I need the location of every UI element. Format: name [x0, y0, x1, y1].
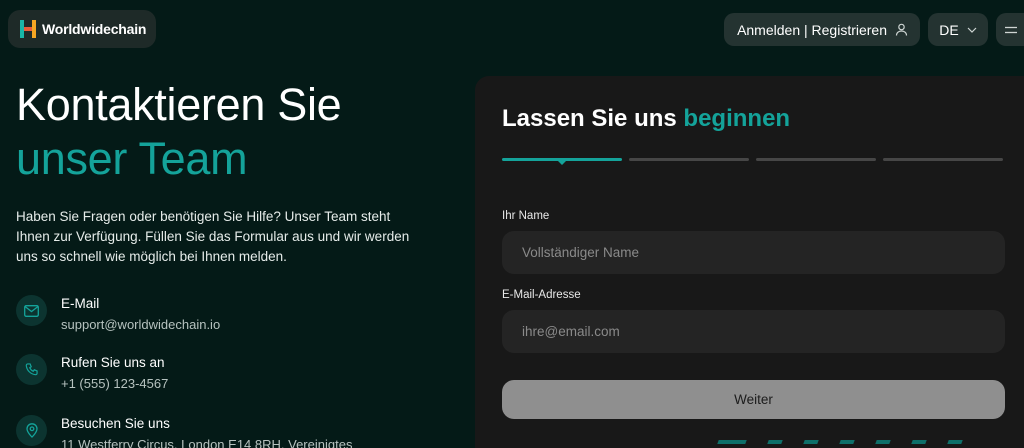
step-2-indicator: [629, 158, 749, 161]
user-icon: [895, 23, 908, 36]
contact-phone-label: Rufen Sie uns an: [61, 355, 165, 370]
page-description: Haben Sie Fragen oder benötigen Sie Hilf…: [16, 209, 410, 264]
login-register-button[interactable]: Anmelden | Registrieren: [724, 13, 920, 46]
contact-address-value: 11 Westferry Circus, London E14 8RH, Ver…: [61, 437, 353, 448]
map-pin-icon: [16, 415, 47, 446]
page-title-accent: unser Team: [16, 133, 248, 184]
decorative-stripes: [717, 440, 963, 444]
email-label: E-Mail-Adresse: [502, 289, 581, 301]
contact-email: E-Mail support@worldwidechain.io: [16, 295, 220, 335]
step-1-indicator: [502, 158, 622, 165]
contact-address-label: Besuchen Sie uns: [61, 416, 170, 431]
contact-address: Besuchen Sie uns 11 Westferry Circus, Lo…: [16, 415, 352, 448]
contact-email-label: E-Mail: [61, 296, 100, 311]
header-actions: Anmelden | Registrieren DE: [724, 13, 1024, 46]
chevron-down-icon: [967, 27, 977, 33]
step-4-indicator: [883, 158, 1003, 161]
brand-logo-icon: [20, 20, 36, 38]
brand-name: Worldwidechain: [42, 21, 147, 37]
form-title: Lassen Sie uns beginnen: [502, 105, 790, 133]
next-button[interactable]: Weiter: [502, 380, 1005, 419]
contact-form-card: Lassen Sie uns beginnen Ihr Name E-Mail-…: [475, 76, 1024, 448]
step-3-indicator: [756, 158, 876, 161]
name-input[interactable]: [502, 231, 1005, 274]
phone-icon: [16, 354, 47, 385]
brand-logo[interactable]: Worldwidechain: [8, 10, 156, 48]
form-title-prefix: Lassen Sie uns: [502, 105, 677, 132]
form-title-accent: beginnen: [683, 105, 791, 132]
contact-email-value[interactable]: support@worldwidechain.io: [61, 315, 220, 335]
name-label: Ihr Name: [502, 210, 550, 222]
page-title-line1: Kontaktieren Sie: [16, 79, 342, 130]
contact-phone-value[interactable]: +1 (555) 123-4567: [61, 374, 168, 394]
language-select[interactable]: DE: [928, 13, 988, 46]
login-register-label: Anmelden | Registrieren: [737, 21, 887, 38]
language-label: DE: [939, 21, 959, 38]
mail-icon: [16, 295, 47, 326]
menu-button[interactable]: [996, 13, 1024, 46]
email-input[interactable]: [502, 310, 1005, 353]
current-step-caret: [558, 161, 566, 165]
page-title: Kontaktieren Sie unser Team: [16, 78, 342, 186]
step-progress: [502, 158, 1003, 165]
hamburger-menu-icon: [1005, 26, 1017, 33]
contact-phone: Rufen Sie uns an +1 (555) 123-4567: [16, 354, 168, 394]
